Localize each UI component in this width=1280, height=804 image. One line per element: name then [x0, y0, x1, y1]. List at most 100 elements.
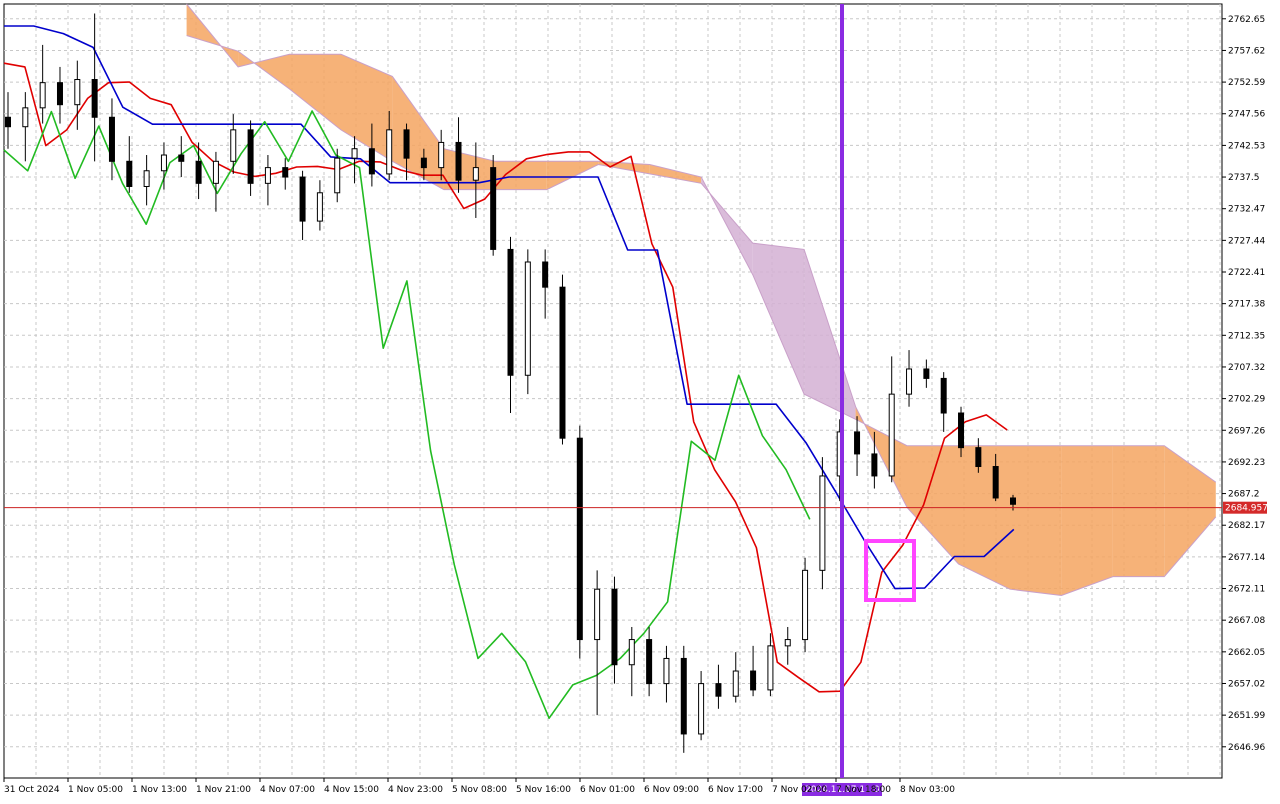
candle-body-bull — [386, 129, 393, 175]
y-tick-label: 2672.11 — [1228, 585, 1265, 595]
y-tick-label: 2757.62 — [1228, 46, 1265, 56]
ichimoku-chart[interactable]: 2684.957 2024.11.07 11:00 2762.65 2757.62 2… — [0, 0, 1280, 800]
candle-body-bull — [472, 167, 479, 181]
y-tick-label: 2667.08 — [1228, 616, 1265, 626]
y-tick-label: 2682.17 — [1228, 521, 1265, 531]
candle-body-bear — [940, 377, 947, 414]
candle-body-bull — [802, 569, 809, 641]
x-tick-label: 7 Nov 02:00 — [772, 785, 827, 795]
candle-body-bull — [698, 683, 705, 735]
y-tick-label: 2762.65 — [1228, 15, 1265, 25]
candle-body-bull — [22, 107, 29, 128]
candle-body-bull — [316, 192, 323, 222]
x-tick-label: 31 Oct 2024 — [4, 785, 60, 795]
cloud-segment — [1112, 445, 1165, 577]
candle-body-bear — [126, 160, 133, 187]
x-tick-label: 6 Nov 17:00 — [708, 785, 763, 795]
candle-body-bear — [854, 431, 861, 455]
y-tick-label: 2657.02 — [1228, 679, 1265, 689]
candle-body-bear — [992, 466, 999, 499]
y-tick-label: 2752.59 — [1228, 78, 1265, 88]
candle-body-bull — [524, 261, 531, 376]
y-tick-label: 2712.35 — [1228, 331, 1265, 341]
y-tick-label: 2697.26 — [1228, 426, 1265, 436]
candle — [802, 557, 809, 653]
candle-body-bear — [715, 683, 722, 697]
candle-body-bull — [732, 670, 739, 697]
candle-body-bear — [420, 157, 427, 169]
candle-body-bear — [299, 176, 306, 222]
candle-body-bear — [282, 167, 289, 178]
y-tick-label: 2722.41 — [1228, 268, 1265, 278]
candle-body-bear — [91, 79, 98, 118]
y-tick-label: 2662.05 — [1228, 648, 1265, 658]
x-tick-label: 7 Nov 18:00 — [836, 785, 891, 795]
candle-body-bear — [368, 148, 375, 175]
candle-body-bull — [334, 157, 341, 194]
candle-body-bull — [351, 148, 358, 159]
y-tick-label: 2646.96 — [1228, 743, 1265, 753]
y-tick-label: 2651.99 — [1228, 711, 1265, 721]
y-tick-label: 2742.53 — [1228, 141, 1265, 151]
candle-body-bull — [663, 657, 670, 685]
x-tick-label: 6 Nov 09:00 — [644, 785, 699, 795]
candle-body-bull — [438, 141, 445, 169]
candle-body-bear — [646, 639, 653, 685]
cloud-segment — [1010, 445, 1062, 596]
candle-body-bull — [628, 639, 635, 666]
y-tick-label: 2702.29 — [1228, 395, 1265, 405]
candle-body-bear — [611, 588, 618, 666]
candle-body-bear — [403, 129, 410, 159]
candle-body-bear — [975, 447, 982, 468]
x-tick-label: 6 Nov 01:00 — [580, 785, 635, 795]
candle-body-bear — [559, 286, 566, 439]
candle-body-bear — [923, 368, 930, 379]
candle-body-bear — [455, 141, 462, 181]
candle-body-bull — [784, 639, 791, 647]
candle-body-bull — [264, 167, 271, 184]
candle-body-bull — [74, 79, 81, 106]
x-tick-label: 5 Nov 16:00 — [516, 785, 571, 795]
candle-body-bull — [906, 368, 913, 395]
candle-body-bull — [594, 588, 601, 641]
candle-body-bear — [680, 657, 687, 735]
candle-body-bear — [750, 670, 757, 691]
candle-body-bear — [507, 248, 514, 376]
candle — [490, 155, 497, 256]
y-tick-label: 2727.44 — [1228, 236, 1265, 246]
cloud-segment — [1061, 445, 1113, 596]
candle-body-bear — [56, 82, 63, 106]
candle-body-bear — [576, 437, 583, 641]
candle-body-bear — [108, 116, 115, 162]
chart-canvas[interactable]: 2684.9572024.11.07 11:00 2762.652757.622… — [0, 0, 1280, 800]
candle-body-bull — [212, 160, 219, 184]
x-tick-label: 4 Nov 15:00 — [324, 785, 379, 795]
candle-body-bear — [195, 160, 202, 184]
candle-body-bear — [1010, 497, 1016, 505]
candle-body-bear — [490, 167, 497, 250]
x-tick-label: 5 Nov 08:00 — [452, 785, 507, 795]
candle — [576, 425, 583, 659]
y-tick-label: 2692.23 — [1228, 458, 1265, 468]
candle-body-bull — [39, 82, 46, 109]
x-tick-label: 1 Nov 05:00 — [68, 785, 123, 795]
candle-body-bear — [871, 453, 878, 477]
cloud-segment — [495, 161, 547, 190]
x-tick-label: 1 Nov 21:00 — [196, 785, 251, 795]
candle — [524, 249, 531, 395]
y-tick-label: 2717.38 — [1228, 300, 1265, 310]
candle-body-bear — [5, 116, 11, 128]
y-tick-label: 2747.56 — [1228, 110, 1265, 120]
candle — [819, 457, 826, 590]
candle-body-bull — [143, 170, 150, 187]
x-tick-label: 1 Nov 13:00 — [132, 785, 187, 795]
candle-body-bull — [230, 129, 237, 162]
y-tick-label: 2687.2 — [1228, 490, 1260, 500]
y-tick-label: 2737.5 — [1228, 173, 1260, 183]
x-tick-label: 4 Nov 23:00 — [388, 785, 443, 795]
candle — [559, 274, 566, 445]
y-tick-label: 2732.47 — [1228, 205, 1265, 215]
candle-body-bull — [767, 645, 774, 691]
candle-body-bull — [160, 154, 167, 172]
x-tick-label: 4 Nov 07:00 — [260, 785, 315, 795]
